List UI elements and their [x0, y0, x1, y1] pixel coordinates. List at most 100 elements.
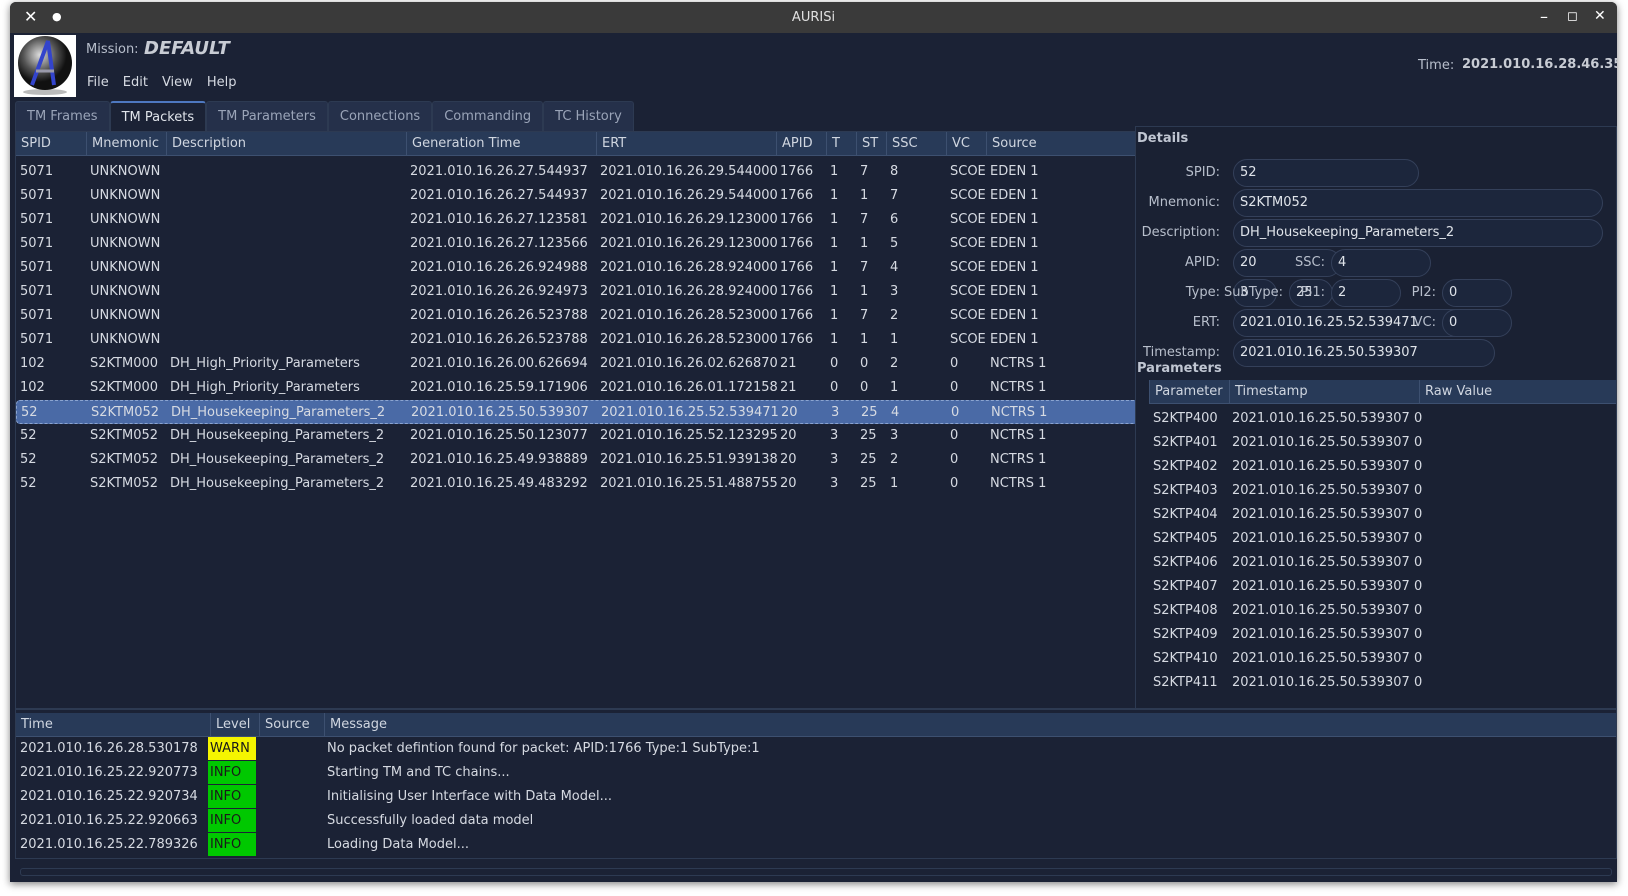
- cell-time: 2021.010.16.26.28.530178: [20, 741, 198, 756]
- packet-row[interactable]: 5071 UNKNOWN 2021.010.16.26.26.924973 2021.…: [16, 280, 1142, 304]
- col-source[interactable]: Source: [259, 713, 310, 737]
- col-ssc[interactable]: SSC: [886, 132, 918, 156]
- col-description[interactable]: Description: [166, 132, 246, 156]
- cell-raw-value: 0: [1414, 675, 1423, 690]
- cell-ert: 2021.010.16.26.28.924000: [600, 284, 778, 299]
- parameter-row[interactable]: S2KTP403 2021.010.16.25.50.539307 0: [1149, 479, 1616, 503]
- parameter-row[interactable]: S2KTP407 2021.010.16.25.50.539307 0: [1149, 575, 1616, 599]
- cell-message: Starting TM and TC chains...: [327, 765, 510, 780]
- parameter-row[interactable]: S2KTP408 2021.010.16.25.50.539307 0: [1149, 599, 1616, 623]
- parameter-row[interactable]: S2KTP401 2021.010.16.25.50.539307 0: [1149, 431, 1616, 455]
- cell-generation-time: 2021.010.16.26.26.924973: [410, 284, 588, 299]
- parameter-row[interactable]: S2KTP400 2021.010.16.25.50.539307 0: [1149, 407, 1616, 431]
- cell-st: 1: [860, 332, 869, 347]
- tab-connections[interactable]: Connections: [327, 101, 433, 132]
- log-row[interactable]: 2021.010.16.25.22.789326 INFO Loading Data…: [16, 833, 1616, 857]
- cell-ert: 2021.010.16.26.29.123000: [600, 212, 778, 227]
- log-row[interactable]: 2021.010.16.25.22.920663 INFO Successfully…: [16, 809, 1616, 833]
- log-row[interactable]: 2021.010.16.26.28.530178 WARN No packet de…: [16, 737, 1616, 761]
- col-message[interactable]: Message: [324, 713, 387, 737]
- col-source[interactable]: Source: [986, 132, 1037, 156]
- parameter-row[interactable]: S2KTP406 2021.010.16.25.50.539307 0: [1149, 551, 1616, 575]
- col-t[interactable]: T: [826, 132, 840, 156]
- col-level[interactable]: Level: [210, 713, 250, 737]
- cell-apid: 21: [780, 356, 797, 371]
- packet-row[interactable]: 5071 UNKNOWN 2021.010.16.26.27.544937 2021.…: [16, 184, 1142, 208]
- field-spid[interactable]: 52: [1233, 159, 1419, 187]
- menu-edit[interactable]: Edit: [123, 75, 148, 90]
- packet-row[interactable]: 52 S2KTM052 DH_Housekeeping_Parameters_2 20…: [16, 400, 1142, 424]
- col-vc[interactable]: VC: [946, 132, 970, 156]
- tab-tm-packets[interactable]: TM Packets: [109, 101, 207, 132]
- cell-vc: SCOE: [950, 212, 986, 227]
- log-row[interactable]: 2021.010.16.25.22.920734 INFO Initialising…: [16, 785, 1616, 809]
- parameter-row[interactable]: S2KTP405 2021.010.16.25.50.539307 0: [1149, 527, 1616, 551]
- field-vc[interactable]: 0: [1442, 309, 1512, 337]
- packet-row[interactable]: 102 S2KTM000 DH_High_Priority_Parameters 20…: [16, 376, 1142, 400]
- parameter-row[interactable]: S2KTP409 2021.010.16.25.50.539307 0: [1149, 623, 1616, 647]
- packet-row[interactable]: 52 S2KTM052 DH_Housekeeping_Parameters_2 20…: [16, 448, 1142, 472]
- col-parameter[interactable]: Parameter: [1149, 380, 1223, 404]
- parameters-title: Parameters: [1137, 361, 1222, 376]
- cell-spid: 5071: [20, 332, 54, 347]
- cell-source: EDEN 1: [990, 188, 1039, 203]
- col-timestamp[interactable]: Timestamp: [1229, 380, 1308, 404]
- tab-tm-frames[interactable]: TM Frames: [15, 101, 110, 132]
- parameter-row[interactable]: S2KTP411 2021.010.16.25.50.539307 0: [1149, 671, 1616, 695]
- minimize-icon[interactable]: –: [1540, 7, 1548, 26]
- cell-ssc: 2: [890, 356, 899, 371]
- cell-ssc: 5: [890, 236, 899, 251]
- packet-row[interactable]: 5071 UNKNOWN 2021.010.16.26.27.123581 2021.…: [16, 208, 1142, 232]
- cell-source: EDEN 1: [990, 260, 1039, 275]
- maximize-icon[interactable]: ◻: [1567, 9, 1578, 24]
- menu-view[interactable]: View: [162, 75, 193, 90]
- col-st[interactable]: ST: [856, 132, 878, 156]
- cell-vc: SCOE: [950, 164, 986, 179]
- label-ssc: SSC:: [1295, 255, 1325, 270]
- field-timestamp[interactable]: 2021.010.16.25.50.539307: [1233, 339, 1495, 367]
- packet-row[interactable]: 5071 UNKNOWN 2021.010.16.26.27.544937 2021.…: [16, 160, 1142, 184]
- cell-ssc: 1: [890, 332, 899, 347]
- parameter-row[interactable]: S2KTP402 2021.010.16.25.50.539307 0: [1149, 455, 1616, 479]
- col-time[interactable]: Time: [16, 713, 53, 737]
- tab-tc-history[interactable]: TC History: [543, 101, 634, 132]
- col-mnemonic[interactable]: Mnemonic: [86, 132, 159, 156]
- horizontal-scrollbar[interactable]: [20, 868, 1612, 876]
- parameter-row[interactable]: S2KTP404 2021.010.16.25.50.539307 0: [1149, 503, 1616, 527]
- col-apid[interactable]: APID: [776, 132, 813, 156]
- cell-time: 2021.010.16.25.22.789326: [20, 837, 198, 852]
- cell-raw-value: 0: [1414, 531, 1423, 546]
- packet-row[interactable]: 5071 UNKNOWN 2021.010.16.26.27.123566 2021.…: [16, 232, 1142, 256]
- cell-generation-time: 2021.010.16.25.50.123077: [410, 428, 588, 443]
- cell-source: EDEN 1: [990, 308, 1039, 323]
- parameter-row[interactable]: S2KTP410 2021.010.16.25.50.539307 0: [1149, 647, 1616, 671]
- packet-row[interactable]: 52 S2KTM052 DH_Housekeeping_Parameters_2 20…: [16, 472, 1142, 496]
- field-description[interactable]: DH_Housekeeping_Parameters_2: [1233, 219, 1603, 247]
- col-generation-time[interactable]: Generation Time: [406, 132, 520, 156]
- col-ert[interactable]: ERT: [596, 132, 626, 156]
- cell-vc: 0: [950, 380, 959, 395]
- tab-commanding[interactable]: Commanding: [432, 101, 544, 132]
- cell-apid: 20: [780, 452, 797, 467]
- close-icon[interactable]: ✕: [1594, 8, 1606, 24]
- cell-generation-time: 2021.010.16.26.26.924988: [410, 260, 588, 275]
- packet-row[interactable]: 5071 UNKNOWN 2021.010.16.26.26.523788 2021.…: [16, 328, 1142, 352]
- log-row[interactable]: 2021.010.16.25.22.920773 INFO Starting TM …: [16, 761, 1616, 785]
- cell-raw-value: 0: [1414, 411, 1423, 426]
- field-mnemonic[interactable]: S2KTM052: [1233, 189, 1603, 217]
- packet-row[interactable]: 5071 UNKNOWN 2021.010.16.26.26.924988 2021.…: [16, 256, 1142, 280]
- col-raw-value[interactable]: Raw Value: [1419, 380, 1492, 404]
- packet-row[interactable]: 102 S2KTM000 DH_High_Priority_Parameters 20…: [16, 352, 1142, 376]
- menu-file[interactable]: File: [87, 75, 109, 90]
- packet-row[interactable]: 52 S2KTM052 DH_Housekeeping_Parameters_2 20…: [16, 424, 1142, 448]
- col-spid[interactable]: SPID: [16, 132, 51, 156]
- packet-row[interactable]: 5071 UNKNOWN 2021.010.16.26.26.523788 2021.…: [16, 304, 1142, 328]
- cell-timestamp: 2021.010.16.25.50.539307: [1232, 507, 1410, 522]
- cell-timestamp: 2021.010.16.25.50.539307: [1232, 411, 1410, 426]
- cell-ssc: 1: [890, 380, 899, 395]
- tab-tm-parameters[interactable]: TM Parameters: [206, 101, 328, 132]
- menu-help[interactable]: Help: [207, 75, 237, 90]
- field-pi2[interactable]: 0: [1442, 279, 1512, 307]
- field-ssc[interactable]: 4: [1331, 249, 1431, 277]
- cell-source: EDEN 1: [990, 332, 1039, 347]
